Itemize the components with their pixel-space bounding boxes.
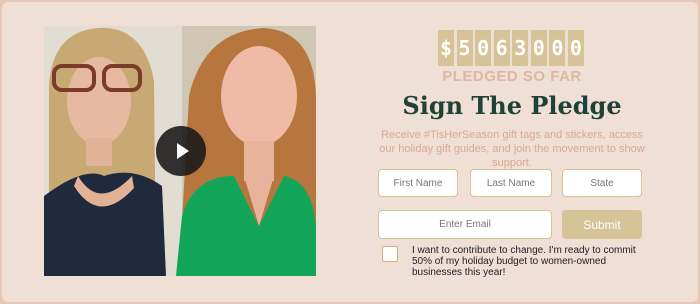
play-icon [177, 143, 189, 159]
counter-digit: 0 [549, 30, 566, 66]
pledge-description: Receive #TisHerSeason gift tags and stic… [379, 129, 645, 169]
pledge-counter: $ 5 0 6 3 0 0 0 [438, 30, 584, 66]
counter-digit: 6 [493, 30, 510, 66]
counter-digit: 0 [530, 30, 547, 66]
email-field[interactable] [378, 210, 552, 239]
play-button[interactable] [156, 126, 206, 176]
state-field[interactable] [562, 169, 642, 197]
video-player[interactable] [44, 26, 316, 276]
consent-checkbox[interactable] [382, 246, 398, 262]
pledge-panel: $ 5 0 6 3 0 0 0 PLEDGED SO FAR Sign The … [2, 2, 698, 302]
counter-digit: 0 [475, 30, 492, 66]
submit-button[interactable]: Submit [562, 210, 642, 239]
pledged-so-far-label: PLEDGED SO FAR [442, 68, 582, 85]
first-name-field[interactable] [378, 169, 458, 197]
counter-digit: 5 [456, 30, 473, 66]
consent-text: I want to contribute to change. I'm read… [412, 245, 636, 278]
page-title: Sign The Pledge [402, 91, 622, 120]
last-name-field[interactable] [470, 169, 552, 197]
counter-digit: $ [438, 30, 454, 66]
counter-digit: 3 [512, 30, 529, 66]
counter-digit: 0 [567, 30, 584, 66]
